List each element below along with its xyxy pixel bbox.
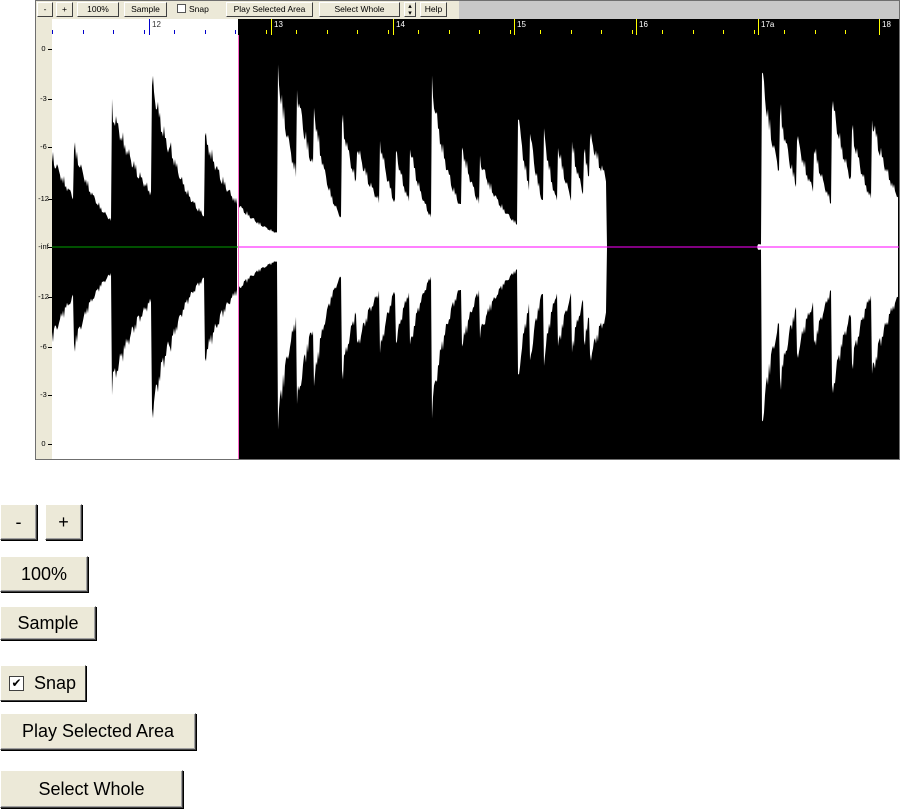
bar-tick <box>271 19 272 35</box>
bar-tick <box>758 19 759 35</box>
bar-number-label: 15 <box>517 20 526 29</box>
bar-number-label: 14 <box>396 20 405 29</box>
select-whole-button[interactable]: Select Whole <box>319 2 400 17</box>
zoom-100-large-button[interactable]: 100% <box>0 556 88 592</box>
beat-tick <box>693 30 694 34</box>
db-scale-ruler: 0 -3 -6 -12 -inf -12 -6 -3 0 <box>36 19 52 459</box>
beat-tick <box>174 30 175 34</box>
play-selected-area-large-button[interactable]: Play Selected Area <box>0 713 196 750</box>
snap-checkbox-box[interactable] <box>177 4 186 14</box>
beat-tick <box>723 30 724 34</box>
beat-tick <box>235 30 236 34</box>
beat-tick <box>418 30 419 34</box>
snap-large-checkbox[interactable]: ✔ Snap <box>0 665 86 701</box>
zoom-out-large-button[interactable]: - <box>0 504 37 540</box>
beat-tick <box>845 30 846 34</box>
zoom-in-large-button[interactable]: + <box>45 504 82 540</box>
beat-tick <box>357 30 358 34</box>
beat-tick <box>784 30 785 34</box>
zoom-100-button[interactable]: 100% <box>77 2 119 17</box>
bar-number-label: 17a <box>761 20 775 29</box>
bar-number-label: 18 <box>882 20 891 29</box>
beat-tick <box>754 30 755 34</box>
bar-ruler-unselected <box>238 19 899 35</box>
select-whole-large-button[interactable]: Select Whole <box>0 770 183 808</box>
toolbar: - + 100% Sample Snap Play Selected Area … <box>36 1 899 19</box>
beat-tick <box>296 30 297 34</box>
beat-tick <box>52 30 53 34</box>
bar-number-label: 16 <box>639 20 648 29</box>
sample-large-button[interactable]: Sample <box>0 606 96 640</box>
beat-tick <box>449 30 450 34</box>
beat-tick <box>388 30 389 34</box>
beat-tick <box>205 30 206 34</box>
snap-large-label: Snap <box>34 673 77 693</box>
waveform-display[interactable] <box>52 35 899 459</box>
zoom-out-button[interactable]: - <box>37 2 53 17</box>
beat-tick <box>540 30 541 34</box>
audio-editor-panel: - + 100% Sample Snap Play Selected Area … <box>35 0 900 460</box>
beat-tick <box>510 30 511 34</box>
beat-tick <box>83 30 84 34</box>
beat-tick <box>144 30 145 34</box>
play-selected-area-button[interactable]: Play Selected Area <box>226 2 313 17</box>
spin-updown-icon[interactable]: ▴ ▾ <box>404 2 416 17</box>
bar-number-label: 13 <box>274 20 283 29</box>
sample-button[interactable]: Sample <box>124 2 167 17</box>
checkmark-icon[interactable]: ✔ <box>9 676 24 691</box>
zoom-in-button[interactable]: + <box>56 2 73 17</box>
beat-tick <box>266 30 267 34</box>
beat-tick <box>662 30 663 34</box>
bar-tick <box>393 19 394 35</box>
bar-tick <box>636 19 637 35</box>
beat-tick <box>632 30 633 34</box>
bar-tick <box>514 19 515 35</box>
beat-tick <box>327 30 328 34</box>
bar-tick <box>879 19 880 35</box>
snap-label: Snap <box>189 4 209 14</box>
beat-tick <box>571 30 572 34</box>
snap-checkbox[interactable]: Snap <box>177 2 209 17</box>
help-button[interactable]: Help <box>420 2 447 17</box>
bar-number-label: 12 <box>152 20 161 29</box>
beat-tick <box>601 30 602 34</box>
bar-tick <box>149 19 150 35</box>
bar-ruler[interactable]: 12 13 14 15 16 17a 18 <box>52 19 899 35</box>
beat-tick <box>113 30 114 34</box>
beat-tick <box>815 30 816 34</box>
beat-tick <box>479 30 480 34</box>
toolbar-empty-area <box>459 1 899 19</box>
